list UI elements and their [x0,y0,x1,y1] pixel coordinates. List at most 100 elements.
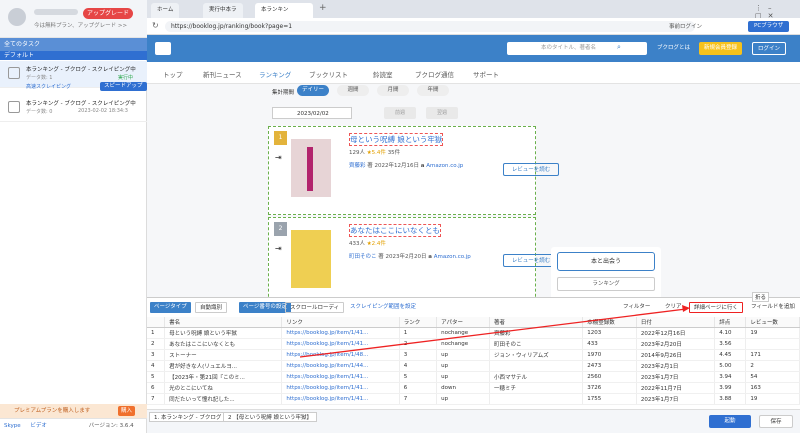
speed-up-button[interactable]: スピードアップ [100,82,147,91]
nav-reading[interactable]: 鈴読室 [373,69,393,79]
data-tab-1[interactable]: 1. 本ランキング - ブクログ [149,412,227,422]
bottom-bar: 1. 本ランキング - ブクログ 2 【母という呪縛 娘という牢獄】 起動 保存 [147,409,800,433]
book-cover[interactable] [291,230,331,288]
table-cell: 2023年2月1日 [636,360,716,372]
table-row[interactable]: 3 ストーナー https://booklog.jp/item/1/48... 3 up… [147,349,800,361]
author-link[interactable]: 齊藤彩 [349,163,366,169]
nav-news2[interactable]: ブクログ通信 [415,69,454,79]
collapse-button[interactable]: 折る [752,292,770,302]
column-header[interactable]: 評点 [714,317,747,328]
filter-button[interactable]: フィルター [623,302,650,310]
nav-news[interactable]: 新刊ニュース [203,69,242,79]
table-row[interactable]: 1 母という呪縛 娘という牢獄 https://booklog.jp/item/1/… [147,327,800,339]
new-tab-icon[interactable]: + [319,3,327,13]
period-yearly[interactable]: 年間 [417,85,449,96]
table-cell: https://booklog.jp/item/1/41... [281,393,400,405]
video-link[interactable]: ビデオ [30,423,47,429]
table-cell: 2022年12月16日 [636,327,716,339]
search-input[interactable]: 本のタイトル、著者名 [507,42,647,55]
date-field[interactable]: 2023/02/02 [272,107,352,119]
add-field-button[interactable]: フィールドを追加 [751,302,795,310]
plan-text[interactable]: 今は無料プラン、アップグレード >> [34,21,127,29]
book-title[interactable]: 母という呪縛 娘という牢獄 [349,133,444,146]
table-cell: 3 [399,349,438,361]
tab-running[interactable]: 実行中本ラ [203,3,243,18]
booklog-logo[interactable] [155,42,171,55]
search-icon[interactable]: ⌕ [617,43,621,52]
table-cell: 同だたいって憧れ記した... [164,393,283,405]
column-header[interactable]: 書名 [164,317,283,328]
pre-login-link[interactable]: 事前ログイン [669,22,702,30]
table-cell: 3.56 [714,338,747,350]
table-cell: down [436,382,491,394]
table-row[interactable]: 4 君が好きな人(リュエルヨ... https://booklog.jp/item/… [147,360,800,372]
nav-booklist[interactable]: ブックリスト [309,69,348,79]
url-input[interactable]: https://booklog.jp/ranking/book?page=1 [165,21,695,32]
about-link[interactable]: ブクログとは [652,42,695,55]
table-cell [489,360,584,372]
period-monthly[interactable]: 月間 [377,85,409,96]
table-cell: up [436,360,491,372]
column-header[interactable]: 著者 [489,317,584,328]
discover-button[interactable]: 本と出会う [557,252,655,271]
upgrade-button[interactable]: アップグレード [83,8,134,19]
column-header[interactable]: アパター [436,317,491,328]
table-row[interactable]: 2 あなたはここにいなくとも https://booklog.jp/item/1/4… [147,338,800,350]
period-weekly[interactable]: 週間 [337,85,369,96]
amazon-link[interactable]: Amazon.co.jp [426,163,463,169]
pub-date: 2022年12月16日 [374,163,420,169]
signup-button[interactable]: 新規会員登録 [699,42,743,55]
table-cell: 4 [399,360,438,372]
table-row[interactable]: 5 【2023年・第21回『このミ... https://booklog.jp/it… [147,371,800,383]
table-cell: https://booklog.jp/item/1/41... [281,371,400,383]
ranking-link[interactable]: ランキング [557,277,655,291]
task-item[interactable]: 本ランキング - ブクログ - スクレイピング中 データ数: 1 実行中 高速ス… [0,61,147,91]
table-row[interactable]: 7 同だたいって憧れ記した... https://booklog.jp/item/1… [147,393,800,405]
group-default[interactable]: デフォルト [0,51,147,60]
period-daily[interactable]: デイリー [297,85,329,96]
nav-support[interactable]: サポート [473,69,499,79]
column-header[interactable]: 日付 [636,317,716,328]
page-type-select[interactable]: 自動識別 [195,302,228,313]
avatar[interactable] [8,8,26,26]
range-link[interactable]: スクレイピング範囲を設定 [350,302,416,310]
column-header[interactable]: ランク [399,317,438,328]
next-button[interactable]: 翌週 [426,107,458,119]
skype-link[interactable]: Skype [4,423,21,429]
data-tab-2[interactable]: 2 【母という呪縛 娘という牢獄】 [223,412,317,422]
tab-home[interactable]: ホーム [151,3,180,18]
read-review-button[interactable]: レビューを読む [503,163,559,176]
task-icon [8,67,20,79]
column-header[interactable]: リンク [281,317,400,328]
book-title[interactable]: あなたはここにいなくとも [349,224,441,237]
nav-top[interactable]: トップ [163,69,183,79]
column-header[interactable] [147,317,166,328]
table-cell: 19 [745,393,800,405]
go-detail-button[interactable]: 詳細ページに行く [689,302,743,313]
clear-button[interactable]: クリア [665,302,682,310]
amazon-link[interactable]: Amazon.co.jp [434,254,471,260]
nav-ranking[interactable]: ランキング [259,69,291,79]
table-row[interactable]: 6 光のとこにいてね https://booklog.jp/item/1/41...… [147,382,800,394]
prev-button[interactable]: 前週 [384,107,416,119]
buy-button[interactable]: 購入 [118,406,136,416]
pc-browser-button[interactable]: PCブラウザ [748,21,790,32]
login-button[interactable]: ログイン [752,42,787,55]
book-cover[interactable] [291,139,331,197]
table-cell: https://booklog.jp/item/1/41... [281,338,400,350]
task-status: 実行中 [118,75,134,81]
task-item[interactable]: 本ランキング - ブクログ - スクレイピング中 データ数: 0 2023-02… [0,95,147,122]
author-link[interactable]: 町田そのこ [349,254,377,260]
column-header[interactable]: 本棚登録数 [582,317,637,328]
column-header[interactable]: レビュー数 [745,317,800,328]
tab-ranking[interactable]: 本ランキン [255,3,313,18]
scroll-select[interactable]: スクロールローディ [285,302,345,313]
reload-icon[interactable]: ↻ [152,21,159,30]
page-number-setting[interactable]: ページ番号の設定 [239,302,291,313]
table-cell: 1203 [582,327,637,339]
browser-tab-bar: ホーム 実行中本ラ 本ランキン + ⋮–□✕ [147,0,800,20]
table-cell [489,393,584,405]
run-button[interactable]: 起動 [709,415,751,428]
save-button[interactable]: 保存 [759,415,793,428]
book-card: 2 ⇥ あなたはここにいなくとも 433人 ★2.4件 町田そのこ 著 2023… [268,217,559,297]
